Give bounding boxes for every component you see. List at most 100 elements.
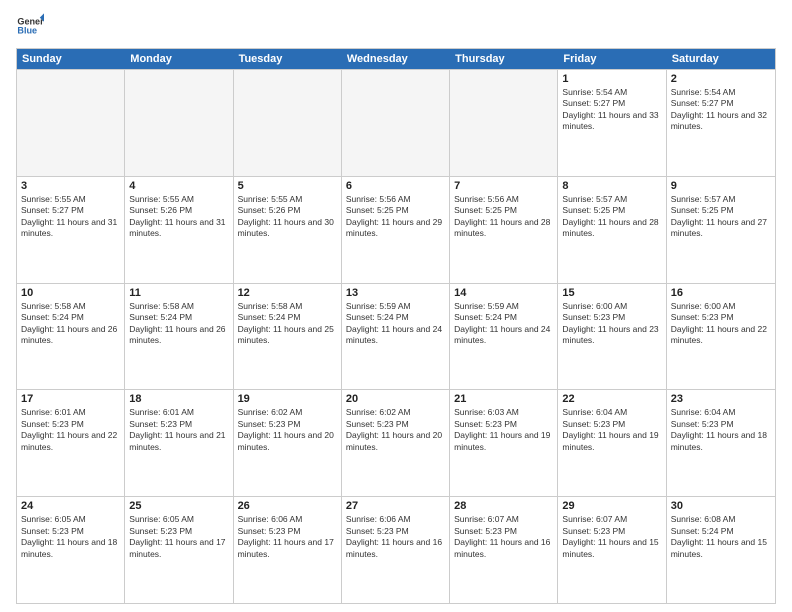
header-day-thursday: Thursday	[450, 49, 558, 69]
day-cell-1: 1 Sunrise: 5:54 AMSunset: 5:27 PMDaylight…	[558, 70, 666, 176]
day-number: 4	[129, 180, 228, 192]
day-number: 19	[238, 393, 337, 405]
header: General Blue	[16, 12, 776, 40]
day-number: 13	[346, 287, 445, 299]
day-cell-17: 17Sunrise: 6:01 AMSunset: 5:23 PMDayligh…	[17, 390, 125, 496]
day-cell-21: 21 Sunrise: 6:03 AMSunset: 5:23 PMDayligh…	[450, 390, 558, 496]
empty-cell	[450, 70, 558, 176]
day-number: 26	[238, 500, 337, 512]
day-number: 11	[129, 287, 228, 299]
day-cell-23: 23 Sunrise: 6:04 AMSunset: 5:23 PMDayligh…	[667, 390, 775, 496]
week-row-4: 17 Sunrise: 6:01 AMSunset: 5:23 PMDayligh…	[17, 389, 775, 496]
day-cell-11: 11 Sunrise: 5:58 AMSunset: 5:24 PMDayligh…	[125, 284, 233, 390]
day-detail: Sunrise: 6:06 AMSunset: 5:23 PMDaylight:…	[346, 514, 445, 560]
day-number: 21	[454, 393, 553, 405]
calendar-body: 1 Sunrise: 5:54 AMSunset: 5:27 PMDaylight…	[17, 69, 775, 603]
day-number: 17	[21, 393, 120, 405]
day-cell-6: 6 Sunrise: 5:56 AMSunset: 5:25 PMDaylight…	[342, 177, 450, 283]
day-detail: Sunrise: 5:58 AMSunset: 5:24 PMDaylight:…	[21, 301, 120, 347]
day-detail: Sunrise: 5:59 AMSunset: 5:24 PMDaylight:…	[454, 301, 553, 347]
day-number: 14	[454, 287, 553, 299]
logo: General Blue	[16, 12, 44, 40]
day-detail: Sunrise: 6:05 AMSunset: 5:23 PMDaylight:…	[129, 514, 228, 560]
day-cell-18: 18 Sunrise: 6:01 AMSunset: 5:23 PMDayligh…	[125, 390, 233, 496]
day-cell-20: 20 Sunrise: 6:02 AMSunset: 5:23 PMDayligh…	[342, 390, 450, 496]
day-detail: Sunrise: 5:58 AMSunset: 5:24 PMDaylight:…	[129, 301, 228, 347]
day-number: 23	[671, 393, 771, 405]
calendar-header: SundayMondayTuesdayWednesdayThursdayFrid…	[17, 49, 775, 69]
empty-cell	[17, 70, 125, 176]
day-detail: Sunrise: 6:03 AMSunset: 5:23 PMDaylight:…	[454, 407, 553, 453]
day-detail: Sunrise: 5:56 AMSunset: 5:25 PMDaylight:…	[346, 194, 445, 240]
day-detail: Sunrise: 5:55 AMSunset: 5:26 PMDaylight:…	[129, 194, 228, 240]
day-cell-25: 25 Sunrise: 6:05 AMSunset: 5:23 PMDayligh…	[125, 497, 233, 603]
day-cell-27: 27 Sunrise: 6:06 AMSunset: 5:23 PMDayligh…	[342, 497, 450, 603]
day-cell-19: 19 Sunrise: 6:02 AMSunset: 5:23 PMDayligh…	[234, 390, 342, 496]
week-row-3: 10 Sunrise: 5:58 AMSunset: 5:24 PMDayligh…	[17, 283, 775, 390]
day-number: 8	[562, 180, 661, 192]
logo-icon: General Blue	[16, 12, 44, 40]
day-detail: Sunrise: 5:55 AMSunset: 5:27 PMDaylight:…	[21, 194, 120, 240]
day-cell-2: 2 Sunrise: 5:54 AMSunset: 5:27 PMDaylight…	[667, 70, 775, 176]
day-detail: Sunrise: 6:04 AMSunset: 5:23 PMDaylight:…	[671, 407, 771, 453]
day-cell-16: 16 Sunrise: 6:00 AMSunset: 5:23 PMDayligh…	[667, 284, 775, 390]
empty-cell	[342, 70, 450, 176]
day-number: 1	[562, 73, 661, 85]
day-detail: Sunrise: 5:57 AMSunset: 5:25 PMDaylight:…	[671, 194, 771, 240]
header-day-saturday: Saturday	[667, 49, 775, 69]
day-detail: Sunrise: 5:56 AMSunset: 5:25 PMDaylight:…	[454, 194, 553, 240]
day-cell-28: 28Sunrise: 6:07 AMSunset: 5:23 PMDayligh…	[450, 497, 558, 603]
day-cell-9: 9Sunrise: 5:57 AMSunset: 5:25 PMDaylight…	[667, 177, 775, 283]
day-number: 20	[346, 393, 445, 405]
day-cell-10: 10 Sunrise: 5:58 AMSunset: 5:24 PMDayligh…	[17, 284, 125, 390]
day-detail: Sunrise: 5:55 AMSunset: 5:26 PMDaylight:…	[238, 194, 337, 240]
day-cell-30: 30Sunrise: 6:08 AMSunset: 5:24 PMDayligh…	[667, 497, 775, 603]
week-row-1: 1 Sunrise: 5:54 AMSunset: 5:27 PMDaylight…	[17, 69, 775, 176]
day-detail: Sunrise: 5:54 AMSunset: 5:27 PMDaylight:…	[562, 87, 661, 133]
header-day-friday: Friday	[558, 49, 666, 69]
svg-text:Blue: Blue	[17, 26, 37, 36]
day-detail: Sunrise: 5:57 AMSunset: 5:25 PMDaylight:…	[562, 194, 661, 240]
day-detail: Sunrise: 6:08 AMSunset: 5:24 PMDaylight:…	[671, 514, 771, 560]
day-number: 6	[346, 180, 445, 192]
day-number: 27	[346, 500, 445, 512]
day-detail: Sunrise: 6:05 AMSunset: 5:23 PMDaylight:…	[21, 514, 120, 560]
day-cell-8: 8 Sunrise: 5:57 AMSunset: 5:25 PMDaylight…	[558, 177, 666, 283]
day-detail: Sunrise: 5:58 AMSunset: 5:24 PMDaylight:…	[238, 301, 337, 347]
day-number: 25	[129, 500, 228, 512]
day-detail: Sunrise: 6:02 AMSunset: 5:23 PMDaylight:…	[346, 407, 445, 453]
day-number: 10	[21, 287, 120, 299]
day-detail: Sunrise: 6:07 AMSunset: 5:23 PMDaylight:…	[454, 514, 553, 560]
day-cell-24: 24 Sunrise: 6:05 AMSunset: 5:23 PMDayligh…	[17, 497, 125, 603]
day-number: 18	[129, 393, 228, 405]
day-cell-26: 26 Sunrise: 6:06 AMSunset: 5:23 PMDayligh…	[234, 497, 342, 603]
day-cell-29: 29 Sunrise: 6:07 AMSunset: 5:23 PMDayligh…	[558, 497, 666, 603]
day-number: 15	[562, 287, 661, 299]
day-number: 2	[671, 73, 771, 85]
day-cell-12: 12 Sunrise: 5:58 AMSunset: 5:24 PMDayligh…	[234, 284, 342, 390]
day-number: 24	[21, 500, 120, 512]
day-detail: Sunrise: 6:02 AMSunset: 5:23 PMDaylight:…	[238, 407, 337, 453]
day-detail: Sunrise: 5:59 AMSunset: 5:24 PMDaylight:…	[346, 301, 445, 347]
page: General Blue SundayMondayTuesdayWednesda…	[0, 0, 792, 612]
day-detail: Sunrise: 5:54 AMSunset: 5:27 PMDaylight:…	[671, 87, 771, 133]
day-cell-5: 5 Sunrise: 5:55 AMSunset: 5:26 PMDaylight…	[234, 177, 342, 283]
day-number: 7	[454, 180, 553, 192]
day-detail: Sunrise: 6:06 AMSunset: 5:23 PMDaylight:…	[238, 514, 337, 560]
day-cell-13: 13 Sunrise: 5:59 AMSunset: 5:24 PMDayligh…	[342, 284, 450, 390]
day-number: 5	[238, 180, 337, 192]
day-number: 29	[562, 500, 661, 512]
day-detail: Sunrise: 6:00 AMSunset: 5:23 PMDaylight:…	[671, 301, 771, 347]
day-cell-15: 15Sunrise: 6:00 AMSunset: 5:23 PMDayligh…	[558, 284, 666, 390]
day-number: 16	[671, 287, 771, 299]
day-number: 12	[238, 287, 337, 299]
day-detail: Sunrise: 6:04 AMSunset: 5:23 PMDaylight:…	[562, 407, 661, 453]
header-day-wednesday: Wednesday	[342, 49, 450, 69]
calendar: SundayMondayTuesdayWednesdayThursdayFrid…	[16, 48, 776, 604]
header-day-tuesday: Tuesday	[234, 49, 342, 69]
day-detail: Sunrise: 6:07 AMSunset: 5:23 PMDaylight:…	[562, 514, 661, 560]
empty-cell	[234, 70, 342, 176]
day-detail: Sunrise: 6:01 AMSunset: 5:23 PMDaylight:…	[129, 407, 228, 453]
empty-cell	[125, 70, 233, 176]
day-cell-3: 3Sunrise: 5:55 AMSunset: 5:27 PMDaylight…	[17, 177, 125, 283]
